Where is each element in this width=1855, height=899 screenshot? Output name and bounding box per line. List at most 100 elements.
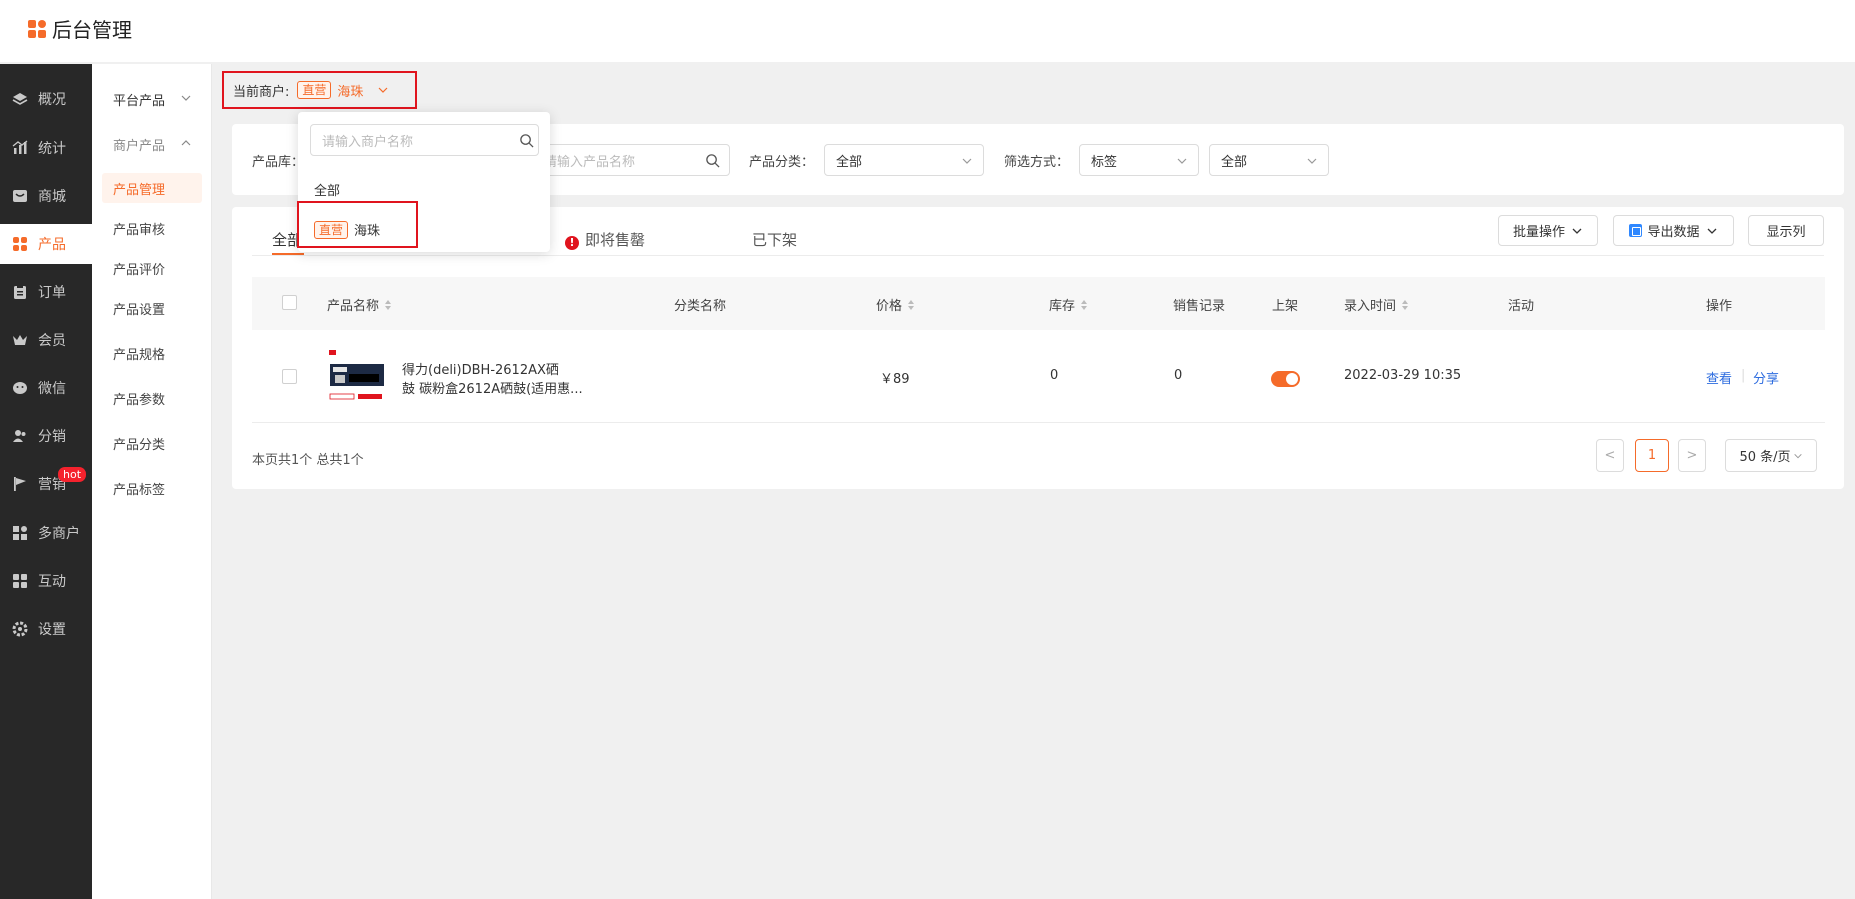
submenu-platform-products[interactable]: 平台产品 xyxy=(102,84,202,114)
sidebar-item-settings[interactable]: 设置 xyxy=(0,609,92,649)
sidebar-item-orders[interactable]: 订单 xyxy=(0,272,92,312)
search-icon[interactable] xyxy=(705,153,720,168)
header-label: 录入时间 xyxy=(1344,299,1397,314)
show-columns-button[interactable]: 显示列 xyxy=(1748,215,1824,246)
merchant-search-placeholder: 请输入商户名称 xyxy=(322,134,414,150)
page-size-value: 50 条/页 xyxy=(1739,450,1791,465)
sidebar-item-multi-merchant[interactable]: 多商户 xyxy=(0,513,92,553)
sidebar-item-products[interactable]: 产品 xyxy=(0,224,92,264)
export-data-button[interactable]: 导出数据 xyxy=(1613,215,1734,246)
column-header-activity: 活动 xyxy=(1508,295,1534,314)
column-header-stock[interactable]: 库存 xyxy=(1049,295,1088,314)
search-icon[interactable] xyxy=(519,133,534,148)
sidebar-item-interaction[interactable]: 互动 xyxy=(0,561,92,601)
category-label: 产品分类： xyxy=(749,155,815,170)
share-link[interactable]: 分享 xyxy=(1753,368,1779,387)
chevron-down-icon xyxy=(1707,228,1716,234)
flag-icon xyxy=(12,476,28,492)
sidebar-item-store[interactable]: 商城 xyxy=(0,176,92,216)
action-separator: | xyxy=(1741,368,1746,383)
sidebar-item-wechat[interactable]: 微信 xyxy=(0,368,92,408)
submenu-item-product-review[interactable]: 产品审核 xyxy=(102,213,202,243)
product-thumbnail[interactable] xyxy=(327,350,387,404)
crown-icon xyxy=(12,332,28,348)
sort-icon[interactable] xyxy=(1081,299,1088,310)
product-created-time: 2022-03-29 10:35 xyxy=(1344,368,1462,383)
submenu-item-product-specs[interactable]: 产品规格 xyxy=(102,338,202,368)
view-link[interactable]: 查看 xyxy=(1706,368,1732,387)
product-name-line: 鼓 碳粉盒2612A硒鼓(适用惠... xyxy=(402,382,583,397)
column-header-category: 分类名称 xyxy=(674,295,726,314)
header-label: 上架 xyxy=(1272,299,1299,314)
tab-off-shelf[interactable]: 已下架 xyxy=(752,229,797,250)
secondary-sidebar: 平台产品 商户产品 产品管理 产品审核 产品评价 产品设置 产品规格 产品参数 … xyxy=(92,64,212,899)
sidebar-item-distribution[interactable]: 分销 xyxy=(0,416,92,456)
filter-method-label: 筛选方式： xyxy=(1004,155,1070,170)
clipboard-icon xyxy=(12,284,28,300)
sidebar-item-overview[interactable]: 概况 xyxy=(0,79,92,119)
chevron-down-icon xyxy=(378,87,388,93)
excel-icon xyxy=(1629,224,1643,237)
merchant-search-input[interactable]: 请输入商户名称 xyxy=(310,124,539,156)
tag-select[interactable]: 全部 xyxy=(1209,144,1329,176)
sidebar-item-stats[interactable]: 统计 xyxy=(0,128,92,168)
product-price: ￥89 xyxy=(880,372,910,387)
layers-icon xyxy=(12,91,28,107)
pagination-summary: 本页共1个 总共1个 xyxy=(252,453,364,468)
app-logo[interactable]: 后台管理 xyxy=(28,14,132,43)
sidebar-item-label: 设置 xyxy=(38,622,66,638)
next-page-button[interactable]: > xyxy=(1678,439,1706,472)
filter-method-select[interactable]: 标签 xyxy=(1079,144,1199,176)
sidebar-item-marketing[interactable]: 营销 hot xyxy=(0,464,92,504)
header-label: 价格 xyxy=(876,299,903,314)
tab-label: 即将售罄 xyxy=(585,231,646,249)
chevron-down-icon xyxy=(181,95,191,101)
sidebar-item-label: 多商户 xyxy=(38,526,80,542)
submenu-merchant-products[interactable]: 商户产品 xyxy=(102,129,202,159)
tabs-divider xyxy=(252,255,1824,256)
submenu-label: 产品评价 xyxy=(113,262,166,278)
submenu-label: 产品设置 xyxy=(113,302,166,318)
product-search-input[interactable]: 请输入产品名称 xyxy=(532,144,730,176)
merchant-selector[interactable]: 当前商户: 直营 海珠 xyxy=(222,71,417,109)
column-header-created[interactable]: 录入时间 xyxy=(1344,295,1409,314)
submenu-item-product-params[interactable]: 产品参数 xyxy=(102,383,202,413)
sidebar-item-members[interactable]: 会员 xyxy=(0,320,92,360)
prev-page-button[interactable]: < xyxy=(1596,439,1624,472)
tab-soon-sold-out[interactable]: ! 即将售罄 xyxy=(565,229,645,250)
submenu-item-product-tags[interactable]: 产品标签 xyxy=(102,473,202,503)
submenu-label: 产品审核 xyxy=(113,222,166,238)
sort-icon[interactable] xyxy=(385,299,392,310)
sort-icon[interactable] xyxy=(908,299,915,310)
row-checkbox[interactable] xyxy=(282,369,297,384)
header-label: 库存 xyxy=(1049,299,1076,314)
header-label: 产品名称 xyxy=(327,299,380,314)
column-header-name[interactable]: 产品名称 xyxy=(327,295,392,314)
submenu-item-product-rating[interactable]: 产品评价 xyxy=(102,253,202,283)
chevron-down-icon xyxy=(962,158,972,164)
submenu-label: 产品参数 xyxy=(113,392,166,408)
primary-sidebar: 概况 统计 商城 产品 订单 会员 微信 分销 营销 hot 多商户 互动 设置 xyxy=(0,64,92,899)
category-select[interactable]: 全部 xyxy=(824,144,984,176)
submenu-item-product-settings[interactable]: 产品设置 xyxy=(102,293,202,323)
batch-operation-button[interactable]: 批量操作 xyxy=(1498,215,1598,246)
page-number-1[interactable]: 1 xyxy=(1635,439,1669,472)
submenu-label: 商户产品 xyxy=(113,138,166,154)
search-placeholder: 请输入产品名称 xyxy=(544,154,636,170)
sidebar-item-label: 订单 xyxy=(38,285,66,301)
dropdown-option-all[interactable]: 全部 xyxy=(314,180,340,199)
logo-icon xyxy=(28,19,46,38)
sidebar-item-label: 概况 xyxy=(38,92,66,108)
column-header-price[interactable]: 价格 xyxy=(876,295,915,314)
product-name[interactable]: 得力(deli)DBH-2612AX硒 鼓 碳粉盒2612A硒鼓(适用惠... xyxy=(402,361,592,399)
header-label: 分类名称 xyxy=(674,299,727,314)
submenu-item-product-management[interactable]: 产品管理 xyxy=(102,173,202,203)
sort-icon[interactable] xyxy=(1402,299,1409,310)
submenu-label: 产品管理 xyxy=(113,182,166,198)
on-shelf-toggle[interactable] xyxy=(1271,371,1300,387)
page-size-select[interactable]: 50 条/页 xyxy=(1725,439,1817,472)
submenu-item-product-category[interactable]: 产品分类 xyxy=(102,428,202,458)
sidebar-item-label: 分销 xyxy=(38,429,66,445)
select-all-checkbox[interactable] xyxy=(282,295,297,310)
product-stock: 0 xyxy=(1050,368,1059,383)
